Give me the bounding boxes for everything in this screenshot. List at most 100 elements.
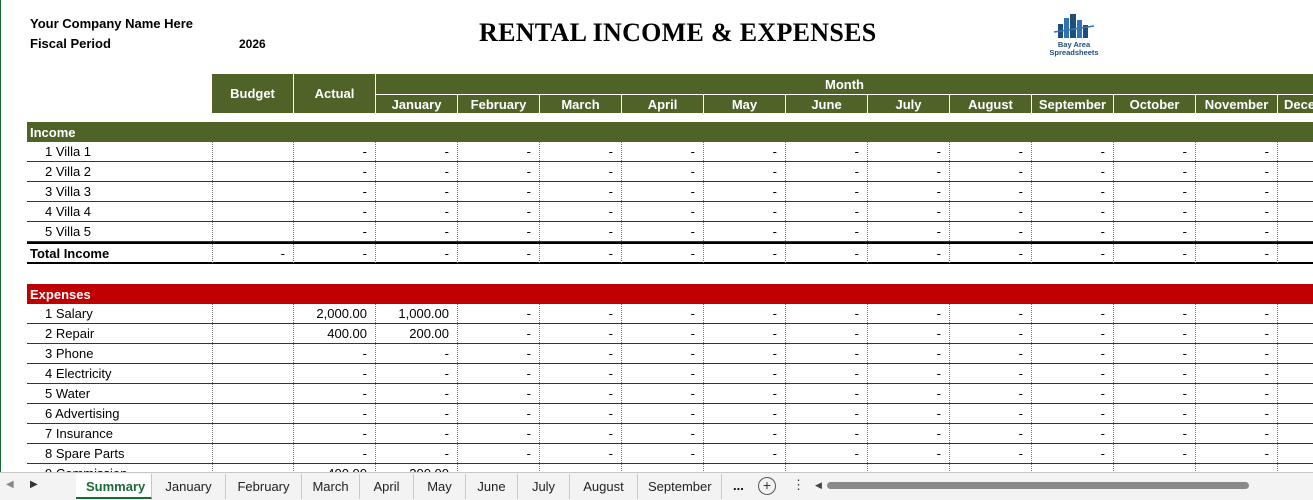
month-cell[interactable]: - (786, 364, 868, 383)
month-cell[interactable]: - (868, 344, 950, 363)
month-cell[interactable]: - (704, 202, 786, 221)
month-cell[interactable]: - (540, 142, 622, 161)
row-label[interactable]: 3 Villa 3 (27, 182, 91, 201)
row-label[interactable]: 4 Electricity (27, 364, 111, 383)
month-cell[interactable]: - (622, 142, 704, 161)
month-cell[interactable] (1278, 182, 1313, 201)
budget-cell[interactable] (212, 202, 294, 221)
month-cell[interactable]: - (540, 182, 622, 201)
month-cell[interactable]: - (786, 162, 868, 181)
sheet-tab[interactable]: June (466, 474, 518, 499)
sheet-tab[interactable]: May (414, 474, 466, 499)
month-group-header[interactable]: Month (376, 74, 1313, 94)
budget-cell[interactable] (212, 142, 294, 161)
actual-cell[interactable]: 400.00 (294, 324, 376, 343)
actual-cell[interactable]: - (294, 162, 376, 181)
month-header[interactable]: January (376, 94, 458, 113)
sheet-tab[interactable]: September (638, 474, 722, 499)
month-cell[interactable] (1278, 404, 1313, 423)
month-cell[interactable]: - (376, 244, 458, 263)
fiscal-year[interactable]: 2026 (239, 37, 266, 51)
month-cell[interactable]: - (622, 304, 704, 323)
month-cell[interactable]: - (1032, 142, 1114, 161)
row-label[interactable]: 1 Villa 1 (27, 142, 91, 161)
month-header[interactable]: April (622, 94, 704, 113)
month-cell[interactable]: - (622, 244, 704, 263)
month-cell[interactable]: - (540, 344, 622, 363)
month-cell[interactable]: - (376, 444, 458, 463)
month-cell[interactable]: - (540, 244, 622, 263)
month-cell[interactable]: - (458, 304, 540, 323)
month-cell[interactable]: - (704, 222, 786, 241)
month-cell[interactable]: - (1032, 384, 1114, 403)
month-cell[interactable]: - (1114, 222, 1196, 241)
month-cell[interactable]: - (1196, 424, 1278, 443)
month-cell[interactable]: - (704, 304, 786, 323)
month-cell[interactable]: - (622, 404, 704, 423)
row-label[interactable]: 5 Water (27, 384, 90, 403)
month-cell[interactable]: - (622, 364, 704, 383)
month-cell[interactable]: - (1114, 142, 1196, 161)
month-cell[interactable]: - (786, 222, 868, 241)
income-section-header[interactable]: Income (27, 122, 1313, 142)
sheet-tab[interactable]: April (360, 474, 414, 499)
sheet-tab[interactable]: January (152, 474, 226, 499)
actual-cell[interactable]: - (294, 244, 376, 263)
row-label[interactable]: 2 Repair (27, 324, 94, 343)
month-cell[interactable]: - (1114, 182, 1196, 201)
month-cell[interactable]: - (540, 384, 622, 403)
month-cell[interactable]: - (950, 444, 1032, 463)
row-label[interactable]: 6 Advertising (27, 404, 119, 423)
horizontal-scrollbar-thumb[interactable] (827, 482, 1249, 489)
month-cell[interactable]: - (868, 364, 950, 383)
budget-cell[interactable] (212, 364, 294, 383)
month-cell[interactable]: - (1114, 444, 1196, 463)
month-cell[interactable]: - (1032, 222, 1114, 241)
actual-cell[interactable]: - (294, 182, 376, 201)
month-cell[interactable]: - (950, 384, 1032, 403)
month-cell[interactable]: - (376, 182, 458, 201)
month-cell[interactable]: - (1114, 344, 1196, 363)
tab-overflow[interactable]: ... (733, 478, 744, 493)
month-cell[interactable]: - (1032, 182, 1114, 201)
month-cell[interactable]: - (786, 304, 868, 323)
month-cell[interactable]: - (786, 244, 868, 263)
month-cell[interactable]: - (1196, 324, 1278, 343)
sheet-tab[interactable]: March (302, 474, 360, 499)
more-options-icon[interactable]: ⋮ (792, 477, 805, 493)
month-cell[interactable]: - (950, 202, 1032, 221)
month-cell[interactable]: - (376, 142, 458, 161)
month-cell[interactable]: - (622, 444, 704, 463)
budget-cell[interactable] (212, 424, 294, 443)
month-cell[interactable]: - (540, 304, 622, 323)
budget-cell[interactable] (212, 304, 294, 323)
month-cell[interactable]: - (786, 344, 868, 363)
month-cell[interactable]: - (1032, 324, 1114, 343)
month-cell[interactable] (1278, 222, 1313, 241)
month-cell[interactable]: - (376, 364, 458, 383)
row-label[interactable]: 7 Insurance (27, 424, 113, 443)
month-cell[interactable]: - (458, 364, 540, 383)
month-cell[interactable]: - (376, 222, 458, 241)
month-header[interactable]: July (868, 94, 950, 113)
actual-cell[interactable]: - (294, 404, 376, 423)
month-cell[interactable]: - (622, 424, 704, 443)
month-cell[interactable]: - (1114, 244, 1196, 263)
month-cell[interactable]: - (950, 344, 1032, 363)
month-cell[interactable]: - (786, 444, 868, 463)
month-cell[interactable]: - (1032, 344, 1114, 363)
row-label[interactable]: 2 Villa 2 (27, 162, 91, 181)
month-cell[interactable] (1278, 424, 1313, 443)
month-cell[interactable] (1278, 202, 1313, 221)
month-cell[interactable]: - (540, 162, 622, 181)
month-cell[interactable]: - (1114, 384, 1196, 403)
month-cell[interactable]: - (376, 162, 458, 181)
month-cell[interactable]: - (1196, 444, 1278, 463)
month-cell[interactable]: - (458, 244, 540, 263)
actual-cell[interactable]: - (294, 424, 376, 443)
month-cell[interactable]: - (868, 142, 950, 161)
month-cell[interactable]: - (1032, 364, 1114, 383)
month-cell[interactable]: - (622, 324, 704, 343)
month-cell[interactable]: - (622, 384, 704, 403)
budget-cell[interactable]: - (212, 244, 294, 263)
